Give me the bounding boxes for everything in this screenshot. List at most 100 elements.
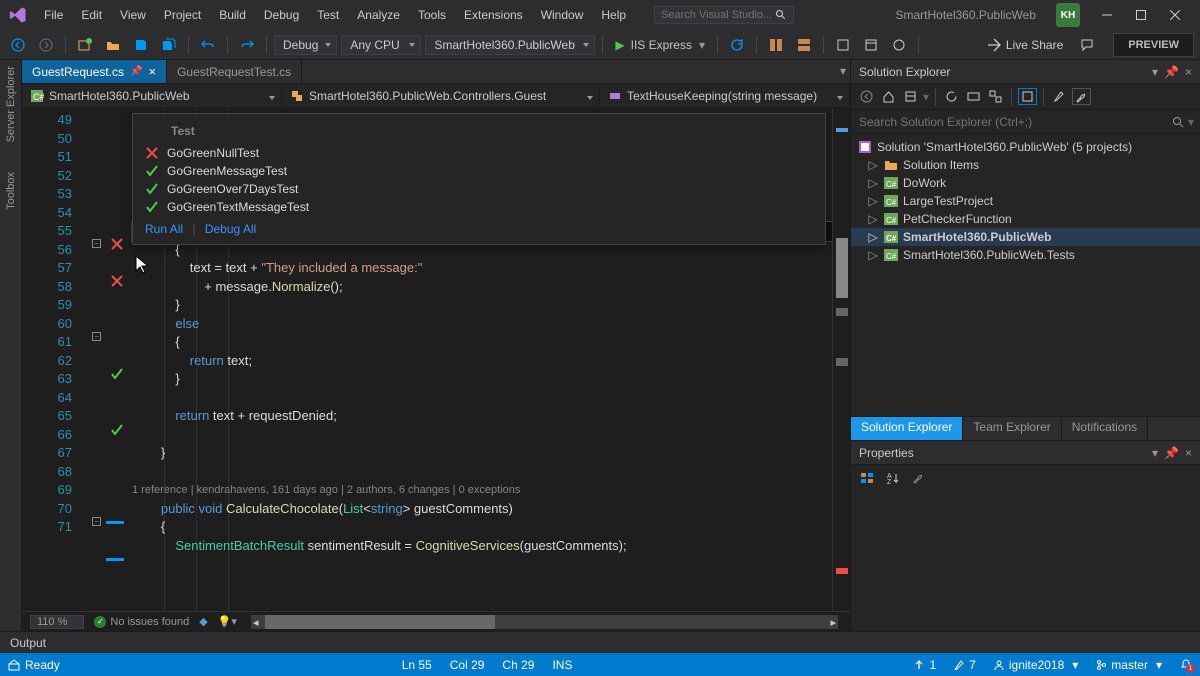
nav-back-button[interactable] [6, 35, 30, 55]
se-search-input[interactable] [857, 113, 1172, 131]
solution-tree[interactable]: Solution 'SmartHotel360.PublicWeb' (5 pr… [851, 134, 1200, 416]
chevron-right-icon[interactable]: ▷ [867, 230, 879, 244]
fold-toggle[interactable]: − [92, 239, 101, 248]
status-ch[interactable]: Ch 29 [502, 658, 534, 672]
tool-icon-4[interactable] [859, 35, 883, 55]
status-user[interactable]: ignite2018▾ [994, 658, 1078, 672]
close-button[interactable] [1158, 3, 1192, 27]
codelens[interactable]: 1 reference | kendrahavens, 161 days ago… [132, 481, 832, 500]
se-wrench-icon[interactable] [1072, 88, 1091, 105]
tab-overflow-icon[interactable]: ▾ [840, 64, 846, 78]
menu-help[interactable]: Help [593, 4, 634, 26]
panel-dropdown-icon[interactable]: ▾ [1152, 65, 1158, 79]
nav-forward-button[interactable] [34, 35, 58, 55]
menu-project[interactable]: Project [156, 4, 209, 26]
rail-toolbox[interactable]: Toolbox [5, 172, 17, 210]
menu-file[interactable]: File [36, 4, 71, 26]
status-col[interactable]: Col 29 [450, 658, 485, 672]
status-changes[interactable]: 7 [954, 658, 976, 672]
ptab-notifications[interactable]: Notifications [1062, 417, 1148, 440]
tree-solution-root[interactable]: Solution 'SmartHotel360.PublicWeb' (5 pr… [851, 138, 1200, 156]
chevron-right-icon[interactable]: ▷ [867, 158, 879, 172]
menu-edit[interactable]: Edit [73, 4, 110, 26]
nav-class[interactable]: SmartHotel360.PublicWeb.Controllers.Gues… [282, 86, 600, 106]
issues-indicator[interactable]: ✓No issues found [94, 616, 189, 628]
tab-guestrequest[interactable]: GuestRequest.cs 📌 × [22, 60, 167, 83]
menu-debug[interactable]: Debug [256, 4, 307, 26]
test-row[interactable]: GoGreenOver7DaysTest [145, 180, 813, 198]
se-preview-icon[interactable] [1018, 88, 1037, 105]
se-properties-icon[interactable] [1050, 88, 1069, 105]
wrench-icon[interactable] [909, 469, 929, 487]
test-row[interactable]: GoGreenTextMessageTest [145, 198, 813, 216]
startup-project-dropdown[interactable]: SmartHotel360.PublicWeb [425, 35, 595, 55]
status-ins[interactable]: INS [552, 658, 572, 672]
tree-node[interactable]: ▷C#SmartHotel360.PublicWeb.Tests [851, 246, 1200, 264]
nav-member[interactable]: TextHouseKeeping(string message) [600, 86, 850, 106]
output-panel-tab[interactable]: Output [0, 631, 1200, 653]
config-dropdown[interactable]: Debug [274, 35, 337, 55]
menu-window[interactable]: Window [533, 4, 592, 26]
new-project-button[interactable] [73, 35, 97, 55]
status-branch[interactable]: master▾ [1096, 658, 1162, 672]
preview-button[interactable]: PREVIEW [1113, 33, 1194, 57]
tree-node[interactable]: ▷C#DoWork [851, 174, 1200, 192]
ptab-solution-explorer[interactable]: Solution Explorer [851, 417, 963, 440]
close-icon[interactable]: × [149, 64, 157, 79]
menu-tools[interactable]: Tools [410, 4, 454, 26]
test-fail-icon[interactable] [110, 237, 124, 251]
pin-icon[interactable]: 📌 [130, 66, 142, 77]
status-notifications[interactable]: 1 [1180, 659, 1192, 671]
debug-all-link[interactable]: Debug All [205, 222, 256, 236]
pin-icon[interactable]: 📌 [1164, 446, 1179, 460]
maximize-button[interactable] [1124, 3, 1158, 27]
nav-project[interactable]: C# SmartHotel360.PublicWeb [22, 86, 282, 106]
se-showall-icon[interactable] [986, 88, 1005, 105]
minimize-button[interactable] [1090, 3, 1124, 27]
categorize-icon[interactable] [857, 469, 877, 487]
tab-guestrequesttest[interactable]: GuestRequestTest.cs [167, 60, 302, 83]
fold-toggle[interactable]: − [92, 332, 101, 341]
lightbulb-icon[interactable]: 💡▾ [218, 615, 237, 628]
menu-build[interactable]: Build [211, 4, 254, 26]
se-refresh-icon[interactable] [942, 88, 961, 105]
undo-button[interactable] [196, 35, 220, 55]
status-line[interactable]: Ln 55 [402, 658, 432, 672]
menu-test[interactable]: Test [309, 4, 347, 26]
alpha-sort-icon[interactable]: AZ [883, 469, 903, 487]
solution-explorer-search[interactable]: ▾ [851, 110, 1200, 134]
fold-toggle[interactable]: − [92, 517, 101, 526]
se-collapse-icon[interactable] [964, 88, 983, 105]
se-back-icon[interactable] [857, 88, 876, 105]
tree-node[interactable]: ▷C#PetCheckerFunction [851, 210, 1200, 228]
scroll-map[interactable] [832, 108, 850, 611]
chevron-right-icon[interactable]: ▷ [867, 194, 879, 208]
panel-dropdown-icon[interactable]: ▾ [1152, 446, 1158, 460]
search-icon[interactable] [775, 9, 787, 21]
browser-refresh-button[interactable] [725, 35, 749, 55]
platform-dropdown[interactable]: Any CPU [341, 35, 421, 55]
pin-icon[interactable]: 📌 [1164, 65, 1179, 79]
chevron-right-icon[interactable]: ▷ [867, 176, 879, 190]
save-all-button[interactable] [157, 35, 181, 55]
run-all-link[interactable]: Run All [145, 222, 183, 236]
code-editor[interactable]: 4950515253545556575859606162636465666768… [22, 108, 850, 611]
chevron-right-icon[interactable]: ▷ [867, 248, 879, 262]
test-fail-icon[interactable] [110, 274, 124, 288]
tool-icon-2[interactable] [792, 35, 816, 55]
tool-icon-3[interactable] [831, 35, 855, 55]
se-sync-icon[interactable] [901, 88, 920, 105]
close-icon[interactable]: × [1185, 446, 1192, 460]
tool-icon-1[interactable] [764, 35, 788, 55]
redo-button[interactable] [235, 35, 259, 55]
horizontal-scrollbar[interactable]: ◂ ▸ [251, 615, 838, 629]
test-row[interactable]: GoGreenNullTest [145, 144, 813, 162]
open-file-button[interactable] [101, 35, 125, 55]
test-row[interactable]: GoGreenMessageTest [145, 162, 813, 180]
chevron-right-icon[interactable]: ▷ [867, 212, 879, 226]
tool-icon-5[interactable] [887, 35, 911, 55]
close-icon[interactable]: × [1185, 65, 1192, 79]
save-button[interactable] [129, 35, 153, 55]
title-search-input[interactable] [661, 9, 771, 21]
ptab-team-explorer[interactable]: Team Explorer [963, 417, 1061, 440]
